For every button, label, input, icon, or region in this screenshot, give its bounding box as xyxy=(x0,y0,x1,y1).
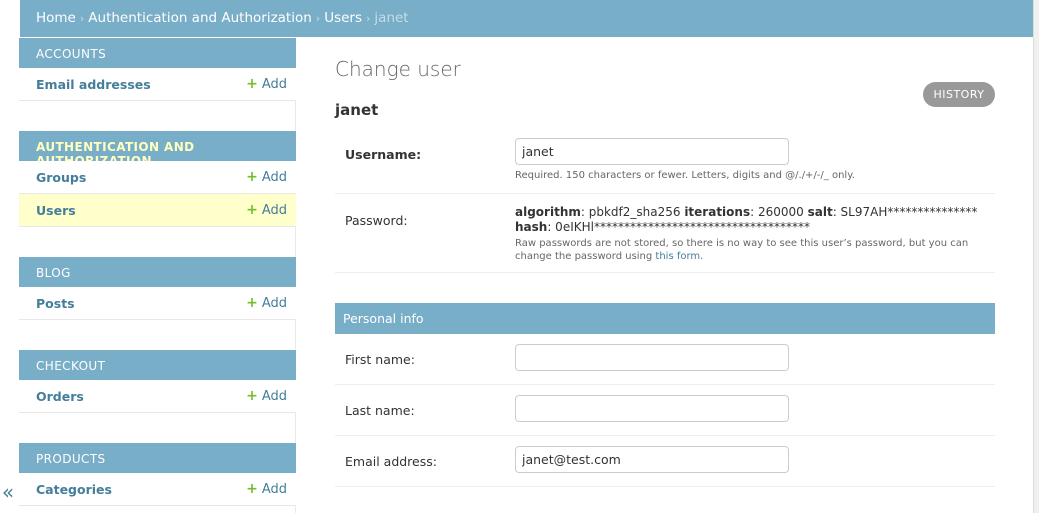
add-category-button[interactable]: + Add xyxy=(246,481,287,497)
add-label: Add xyxy=(261,389,287,404)
sidebar-item-posts: Posts + Add xyxy=(19,287,296,320)
sidebar-item-users: Users + Add xyxy=(19,194,296,227)
module-header-authentication-and-authorization[interactable]: Authentication and Authorization xyxy=(19,131,296,168)
password-label: Password: xyxy=(345,213,408,228)
module-accounts: Accounts Email addresses + Add xyxy=(19,38,296,101)
add-label: Add xyxy=(261,170,287,185)
module-authentication-and-authorization: Authentication and Authorization Groups … xyxy=(19,131,296,227)
password-iterations-value: : 260000 xyxy=(750,205,808,219)
module-header-blog[interactable]: Blog xyxy=(19,257,296,287)
password-help-prefix: Raw passwords are not stored, so there i… xyxy=(515,238,969,262)
add-label: Add xyxy=(261,482,287,497)
page-scrollbar[interactable] xyxy=(1033,0,1039,513)
sidebar-item-email-addresses: Email addresses + Add xyxy=(19,68,296,101)
password-hash-key: hash xyxy=(515,220,548,234)
username-input[interactable] xyxy=(515,138,789,165)
breadcrumb-model[interactable]: Users xyxy=(324,10,362,26)
last-name-input[interactable] xyxy=(515,395,789,422)
first-name-label: First name: xyxy=(345,352,415,367)
sidebar-item-categories: Categories + Add xyxy=(19,473,296,506)
add-post-button[interactable]: + Add xyxy=(246,295,287,311)
password-hash-summary: algorithm: pbkdf2_sha256 iterations: 260… xyxy=(515,205,985,235)
plus-icon: + xyxy=(246,481,258,497)
breadcrumb-bar: Home › Authentication and Authorization › Us… xyxy=(20,0,1033,37)
breadcrumb-separator: › xyxy=(366,12,371,25)
breadcrumb-home[interactable]: Home xyxy=(36,10,76,26)
model-link-users[interactable]: Users xyxy=(36,203,76,218)
email-label: Email address: xyxy=(345,454,437,469)
model-link-email-addresses[interactable]: Email addresses xyxy=(36,77,151,92)
add-user-button[interactable]: + Add xyxy=(246,202,287,218)
email-input[interactable] xyxy=(515,446,789,473)
username-label: Username: xyxy=(345,147,422,162)
password-salt-value: : SL97AH*************** xyxy=(832,205,978,219)
password-hash-value: : 0eIKHl********************************… xyxy=(547,220,810,234)
add-email-address-button[interactable]: + Add xyxy=(246,76,287,92)
object-name: janet xyxy=(335,101,379,119)
sidebar-item-groups: Groups + Add xyxy=(19,161,296,194)
module-products: Products Categories + Add xyxy=(19,443,296,506)
breadcrumb-separator: › xyxy=(79,12,85,25)
add-label: Add xyxy=(261,203,287,218)
breadcrumb-section[interactable]: Authentication and Authorization xyxy=(88,10,312,26)
model-link-orders[interactable]: Orders xyxy=(36,389,84,404)
add-order-button[interactable]: + Add xyxy=(246,388,287,404)
password-algorithm-value: : pbkdf2_sha256 xyxy=(580,205,685,219)
password-salt-key: salt xyxy=(807,205,833,219)
module-header-accounts[interactable]: Accounts xyxy=(19,38,296,68)
breadcrumb-current: janet xyxy=(374,10,409,26)
model-link-categories[interactable]: Categories xyxy=(36,482,112,497)
username-help-text: Required. 150 characters or fewer. Lette… xyxy=(515,170,855,181)
form-row-email: Email address: xyxy=(335,436,995,487)
form-row-password: Password: algorithm: pbkdf2_sha256 itera… xyxy=(335,194,995,273)
add-group-button[interactable]: + Add xyxy=(246,169,287,185)
collapse-sidebar-icon[interactable]: « xyxy=(0,480,16,504)
password-help-text: Raw passwords are not stored, so there i… xyxy=(515,237,985,263)
password-help-suffix: . xyxy=(700,251,704,262)
plus-icon: + xyxy=(246,202,258,218)
breadcrumb-separator: › xyxy=(315,12,321,25)
last-name-label: Last name: xyxy=(345,403,415,418)
plus-icon: + xyxy=(246,388,258,404)
first-name-input[interactable] xyxy=(515,344,789,371)
sidebar: Accounts Email addresses + Add Authentica… xyxy=(19,37,296,513)
change-password-link[interactable]: this form xyxy=(655,251,700,262)
form-row-first-name: First name: xyxy=(335,334,995,385)
module-header-products[interactable]: Products xyxy=(19,443,296,473)
model-link-groups[interactable]: Groups xyxy=(36,170,86,185)
add-label: Add xyxy=(261,77,287,92)
module-header-checkout[interactable]: Checkout xyxy=(19,350,296,380)
module-checkout: Checkout Orders + Add xyxy=(19,350,296,413)
fieldset-header-personal-info: Personal info xyxy=(335,303,995,334)
model-link-posts[interactable]: Posts xyxy=(36,296,75,311)
password-algorithm-key: algorithm xyxy=(515,205,581,219)
add-label: Add xyxy=(261,296,287,311)
plus-icon: + xyxy=(246,295,258,311)
history-button[interactable]: HISTORY xyxy=(923,82,995,107)
plus-icon: + xyxy=(246,169,258,185)
form-row-last-name: Last name: xyxy=(335,385,995,436)
breadcrumb: Home › Authentication and Authorization › Us… xyxy=(36,10,409,26)
form-row-username: Username: Required. 150 characters or fe… xyxy=(335,129,995,194)
plus-icon: + xyxy=(246,76,258,92)
page-title: Change user xyxy=(335,57,461,81)
module-blog: Blog Posts + Add xyxy=(19,257,296,320)
password-iterations-key: iterations xyxy=(684,205,751,219)
sidebar-item-orders: Orders + Add xyxy=(19,380,296,413)
